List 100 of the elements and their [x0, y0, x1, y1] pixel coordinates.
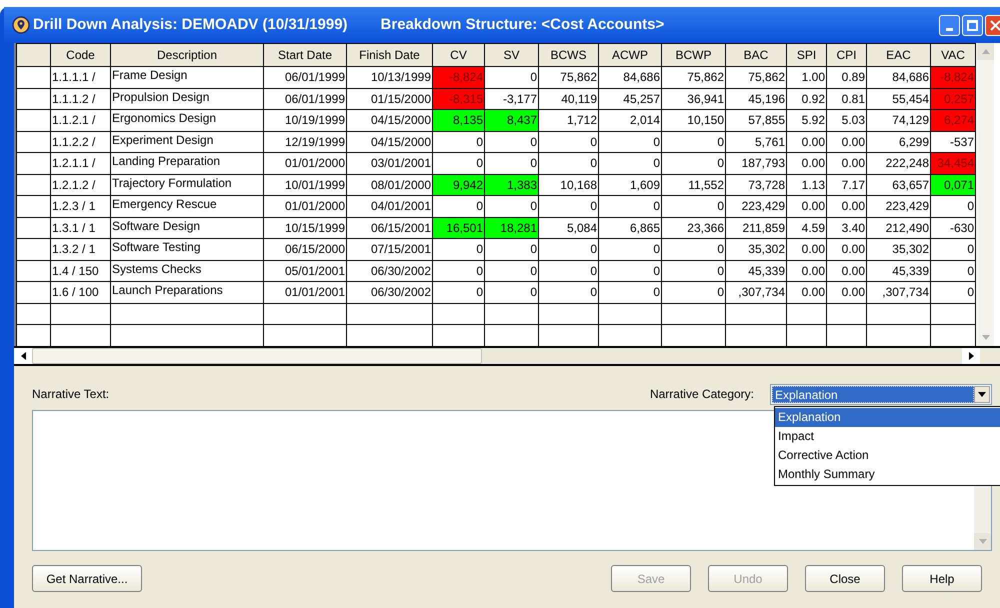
table-cell: 0.89	[826, 66, 866, 88]
table-cell: 0	[538, 282, 598, 303]
table-cell: 5.92	[786, 110, 826, 131]
table-cell: 18,281	[484, 217, 538, 238]
column-header[interactable]: Description	[110, 44, 264, 66]
scroll-left-icon[interactable]	[20, 352, 26, 360]
column-header[interactable]: Code	[50, 44, 110, 66]
close-button[interactable]	[985, 14, 1000, 36]
table-cell: 1.1.2.1 /	[50, 110, 110, 131]
table-cell: 06/30/2002	[346, 260, 432, 282]
table-cell: 1.3.2 / 1	[50, 238, 110, 260]
table-cell: 0	[598, 282, 662, 303]
table-cell: 0	[598, 260, 662, 282]
column-header[interactable]: Finish Date	[346, 44, 432, 66]
table-cell: 0	[538, 238, 598, 260]
table-cell: 1.1.2.2 /	[50, 131, 110, 152]
table-cell: 0	[432, 260, 484, 282]
table-cell: 45,339	[866, 260, 930, 282]
table-cell: 12/19/1999	[264, 131, 346, 152]
column-header[interactable]: CV	[432, 44, 484, 66]
table-cell: 187,793	[726, 152, 786, 174]
table-cell: Emergency Rescue	[110, 196, 264, 217]
minimize-button[interactable]	[939, 14, 960, 36]
column-header[interactable]: BCWP	[662, 44, 726, 66]
table-cell: 1.2.1.1 /	[50, 152, 110, 174]
table-cell: 0	[598, 152, 662, 174]
dropdown-option[interactable]: Impact	[775, 427, 1000, 446]
table-cell: 0.00	[826, 152, 866, 174]
table-cell: 0.00	[786, 238, 826, 260]
table-cell: 45,339	[726, 260, 786, 282]
table-cell: 0	[662, 260, 726, 282]
narrative-text-label: Narrative Text:	[32, 386, 110, 403]
table-cell: 6,274	[930, 110, 976, 131]
table-cell: Landing Preparation	[110, 152, 264, 174]
scroll-right-icon[interactable]	[968, 352, 974, 360]
table-cell: 0	[930, 260, 976, 282]
table-cell: 10,150	[662, 110, 726, 131]
table-cell: 40,119	[538, 88, 598, 110]
table-cell: 0	[598, 196, 662, 217]
table-cell: 0	[432, 196, 484, 217]
dropdown-option[interactable]: Corrective Action	[775, 446, 1000, 465]
table-cell: 0	[598, 131, 662, 152]
table-cell: 1,609	[598, 174, 662, 196]
table-cell: 0.00	[826, 238, 866, 260]
table-cell: 0	[484, 131, 538, 152]
narrative-category-label: Narrative Category:	[650, 386, 754, 403]
table-cell: 7.17	[826, 174, 866, 196]
table-cell: 36,941	[662, 88, 726, 110]
category-dropdown[interactable]: Explanation	[770, 384, 992, 404]
dropdown-option[interactable]: Explanation	[775, 408, 1000, 427]
table-cell: 05/01/2001	[264, 260, 346, 282]
table-cell: 223,429	[866, 196, 930, 217]
dropdown-option[interactable]: Monthly Summary	[775, 465, 1000, 484]
column-header[interactable]: VAC	[930, 44, 976, 66]
table-cell: 0.81	[826, 88, 866, 110]
dialog-button[interactable]: Help	[902, 565, 982, 592]
column-header[interactable]: ACWP	[598, 44, 662, 66]
table-cell: 34,454	[930, 152, 976, 174]
column-header[interactable]: BAC	[726, 44, 786, 66]
table-cell: Launch Preparations	[110, 282, 264, 303]
table-cell: 01/01/2001	[264, 282, 346, 303]
table-cell: Propulsion Design	[110, 88, 264, 110]
table-cell: 0	[538, 131, 598, 152]
app-logo-icon	[12, 16, 30, 34]
close-icon	[990, 20, 1000, 30]
table-cell: 75,862	[726, 66, 786, 88]
horizontal-scrollbar[interactable]	[14, 346, 1000, 366]
column-header[interactable]: Start Date	[264, 44, 346, 66]
table-cell: Frame Design	[110, 66, 264, 88]
table-cell: 0	[930, 282, 976, 303]
table-cell: -630	[930, 217, 976, 238]
table-cell: 2,014	[598, 110, 662, 131]
table-cell: 1.13	[786, 174, 826, 196]
table-cell: Trajectory Formulation	[110, 174, 264, 196]
table-cell: 223,429	[726, 196, 786, 217]
table-cell: 0.92	[786, 88, 826, 110]
table-cell: 0.00	[786, 196, 826, 217]
table-cell: 0	[538, 196, 598, 217]
table-cell: Software Testing	[110, 238, 264, 260]
column-header[interactable]: EAC	[866, 44, 930, 66]
column-header[interactable]: CPI	[826, 44, 866, 66]
table-cell: 0	[484, 260, 538, 282]
table-cell: Experiment Design	[110, 131, 264, 152]
table-cell: 23,366	[662, 217, 726, 238]
maximize-button[interactable]	[962, 14, 983, 36]
column-header[interactable]: SPI	[786, 44, 826, 66]
table-cell: 3.40	[826, 217, 866, 238]
table-cell: 35,302	[866, 238, 930, 260]
table-cell: 211,859	[726, 217, 786, 238]
table-cell: 0	[662, 282, 726, 303]
column-header[interactable]: BCWS	[538, 44, 598, 66]
column-header[interactable]: SV	[484, 44, 538, 66]
table-cell: 0.00	[826, 260, 866, 282]
table-cell: 0.00	[786, 260, 826, 282]
table-cell: 8,135	[432, 110, 484, 131]
table-cell: 10/01/1999	[264, 174, 346, 196]
window-title: Drill Down Analysis: DEMOADV (10/31/1999)	[33, 14, 348, 35]
table-cell: 0	[432, 282, 484, 303]
dialog-button[interactable]: Close	[805, 565, 885, 592]
get-narrative-button[interactable]: Get Narrative...	[32, 565, 142, 592]
